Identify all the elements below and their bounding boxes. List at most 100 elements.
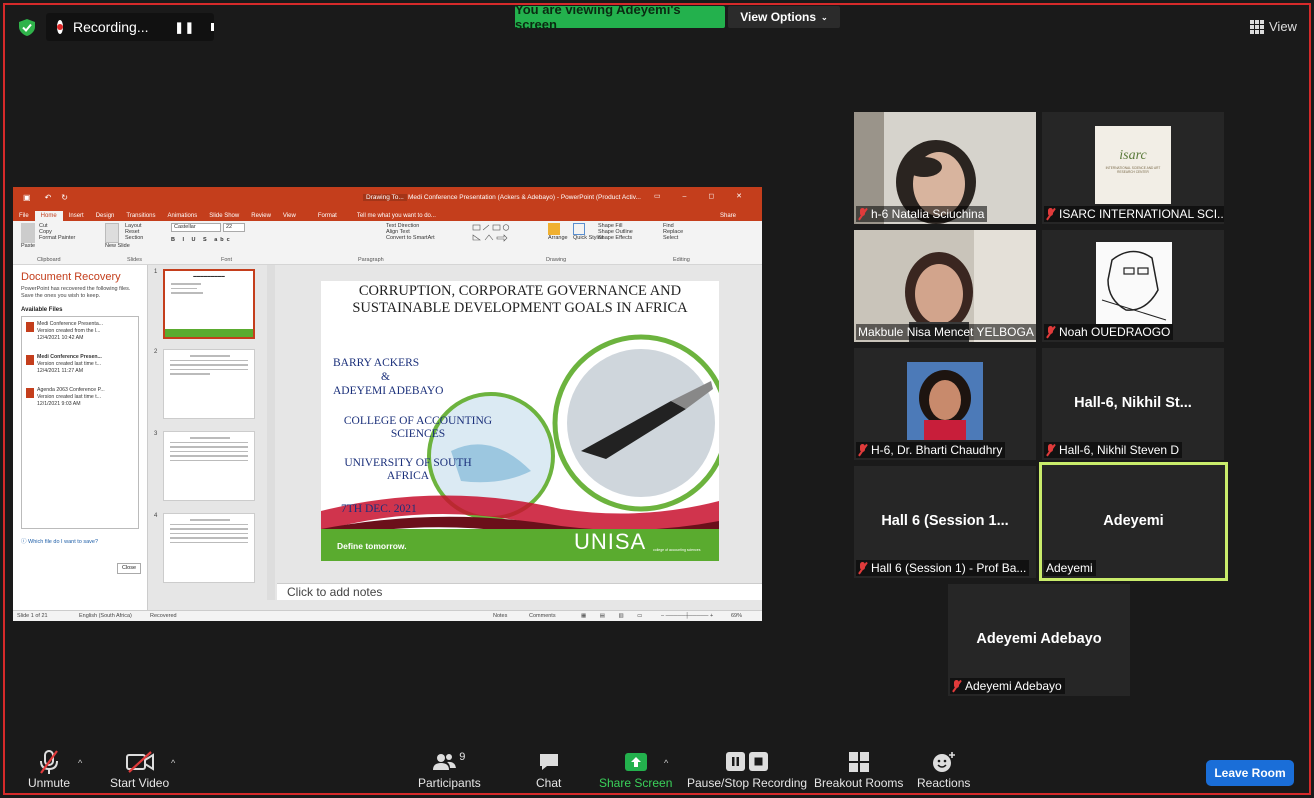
slide-thumbnails: 1 ▬▬▬▬▬▬▬▬▬ 2 3 4 bbox=[149, 265, 277, 600]
which-file-help-link[interactable]: ⓘ Which file do I want to save? bbox=[21, 537, 139, 545]
view-buttons[interactable]: ▦ ▤ ▥ ▭ bbox=[581, 613, 648, 619]
slide-editor: CORRUPTION, CORPORATE GOVERNANCE AND SUS… bbox=[277, 265, 762, 583]
tab-animations[interactable]: Animations bbox=[162, 211, 204, 221]
muted-mic-icon bbox=[1046, 208, 1055, 220]
pause-stop-recording-button[interactable]: Pause/Stop Recording bbox=[687, 748, 807, 790]
zoom-level: 69% bbox=[731, 613, 743, 619]
share-button[interactable]: Share bbox=[714, 211, 742, 221]
breakout-rooms-icon bbox=[848, 748, 870, 776]
file-name: Agenda 2063 Conference P... bbox=[37, 387, 105, 394]
video-tile-makbule[interactable]: Makbule Nisa Mencet YELBOGA bbox=[854, 230, 1036, 342]
video-tile-adeyemi-active[interactable]: Adeyemi Adeyemi bbox=[1039, 462, 1228, 581]
thumb-title: ▬▬▬▬▬▬▬▬▬ bbox=[193, 274, 225, 278]
viewing-screen-banner: You are viewing Adeyemi's screen bbox=[515, 2, 725, 32]
tab-view[interactable]: View bbox=[277, 211, 302, 221]
share-screen-button[interactable]: Share Screen bbox=[599, 748, 672, 790]
tab-home[interactable]: Home bbox=[34, 211, 63, 221]
comments-button[interactable]: Comments bbox=[529, 613, 556, 619]
video-tile-adeyemi-adebayo[interactable]: Adeyemi Adebayo Adeyemi Adebayo bbox=[948, 584, 1130, 696]
video-tile-bharti[interactable]: H-6, Dr. Bharti Chaudhry bbox=[854, 348, 1036, 460]
slide-author-2: ADEYEMI ADEBAYO bbox=[333, 385, 444, 397]
participants-count: 9 bbox=[459, 751, 466, 763]
video-off-icon bbox=[125, 748, 155, 776]
recovered-file[interactable]: Medi Conference Presenta... Version crea… bbox=[26, 321, 134, 342]
isarc-logo-text: isarc bbox=[1119, 148, 1147, 163]
participant-name-text: Hall-6, Nikhil Steven D bbox=[1059, 443, 1180, 457]
pause-recording-icon[interactable]: ❚❚ bbox=[174, 21, 194, 34]
share-screen-label: Share Screen bbox=[599, 776, 673, 790]
zoom-slider[interactable]: – ─────┼───── + bbox=[661, 613, 713, 619]
video-tile-isarc[interactable]: isarc INTERNATIONAL SCIENCE AND ART RESE… bbox=[1042, 112, 1224, 224]
share-options-caret-icon[interactable]: ^ bbox=[664, 758, 668, 768]
notes-button[interactable]: Notes bbox=[493, 613, 507, 619]
recovered-file[interactable]: Medi Conference Presen... Version create… bbox=[26, 354, 134, 375]
tab-format[interactable]: Format bbox=[312, 211, 343, 221]
tab-design[interactable]: Design bbox=[90, 211, 121, 221]
paste-icon[interactable] bbox=[21, 223, 35, 243]
start-video-button[interactable]: Start Video bbox=[110, 748, 169, 790]
leave-room-button[interactable]: Leave Room bbox=[1206, 760, 1294, 786]
isarc-logo: isarc INTERNATIONAL SCIENCE AND ART RESE… bbox=[1095, 126, 1171, 204]
arrange-label: Arrange bbox=[548, 235, 568, 241]
slide-thumbnail[interactable] bbox=[163, 431, 255, 501]
slide-thumbnail[interactable] bbox=[163, 349, 255, 419]
format-painter-button[interactable]: Format Painter bbox=[39, 235, 75, 241]
unisa-logo-subtext: college of accounting sciences bbox=[653, 547, 701, 552]
notes-pane[interactable]: Click to add notes bbox=[277, 583, 762, 600]
muted-microphone-icon bbox=[37, 748, 61, 776]
participants-button[interactable]: 9 Participants bbox=[418, 748, 481, 790]
recovery-close-button[interactable]: Close bbox=[117, 563, 141, 574]
font-name-select[interactable]: Castellar bbox=[171, 223, 221, 232]
powerpoint-file-icon bbox=[26, 388, 34, 399]
participant-name-text: ISARC INTERNATIONAL SCI... bbox=[1059, 207, 1224, 221]
new-slide-icon[interactable] bbox=[105, 223, 119, 243]
security-shield-icon[interactable] bbox=[19, 19, 35, 36]
breakout-rooms-button[interactable]: Breakout Rooms bbox=[814, 748, 903, 790]
recovered-file[interactable]: Agenda 2063 Conference P... Version crea… bbox=[26, 387, 134, 408]
shape-effects-button[interactable]: Shape Effects bbox=[598, 235, 633, 241]
thumb-content bbox=[171, 283, 247, 294]
muted-mic-icon bbox=[858, 208, 867, 220]
thumb-content bbox=[170, 519, 248, 543]
tell-me-box[interactable]: Tell me what you want to do... bbox=[351, 211, 442, 221]
audio-options-caret-icon[interactable]: ^ bbox=[78, 758, 82, 768]
thumb-content bbox=[170, 355, 248, 375]
tab-file[interactable]: File bbox=[13, 211, 35, 221]
slide-count: Slide 1 of 21 bbox=[17, 613, 48, 619]
redo-icon: ↻ bbox=[61, 192, 68, 202]
tab-review[interactable]: Review bbox=[245, 211, 277, 221]
slide-ampersand: & bbox=[381, 371, 390, 383]
tab-slide-show[interactable]: Slide Show bbox=[203, 211, 245, 221]
chat-button[interactable]: Chat bbox=[536, 748, 561, 790]
font-size-select[interactable]: 22 bbox=[223, 223, 245, 232]
font-label: Font bbox=[221, 257, 233, 263]
video-tile-natalia[interactable]: h-6 Natalia Sciuchina bbox=[854, 112, 1036, 224]
slide-thumbnail[interactable] bbox=[163, 513, 255, 583]
shapes-gallery[interactable] bbox=[471, 223, 541, 249]
video-tile-hall6[interactable]: Hall 6 (Session 1... Hall 6 (Session 1) … bbox=[854, 466, 1036, 578]
current-slide[interactable]: CORRUPTION, CORPORATE GOVERNANCE AND SUS… bbox=[321, 281, 719, 561]
section-button[interactable]: Section bbox=[125, 235, 143, 241]
unmute-button[interactable]: Unmute bbox=[28, 748, 70, 790]
font-style-icons[interactable]: B I U S abc bbox=[171, 237, 245, 243]
help-text: Which file do I want to save? bbox=[28, 539, 99, 546]
convert-smartart-button[interactable]: Convert to SmartArt bbox=[386, 235, 435, 241]
participant-name-text: Adeyemi Adebayo bbox=[965, 679, 1062, 693]
thumb-content bbox=[170, 437, 248, 461]
thumbnails-scrollbar[interactable] bbox=[267, 265, 275, 600]
tab-transitions[interactable]: Transitions bbox=[120, 211, 161, 221]
isarc-logo-subtext: INTERNATIONAL SCIENCE AND ART RESEARCH C… bbox=[1105, 166, 1161, 175]
view-button[interactable]: View bbox=[1250, 19, 1297, 34]
select-button[interactable]: Select bbox=[663, 235, 683, 241]
participant-name: Hall-6, Nikhil Steven D bbox=[1044, 442, 1183, 458]
tab-insert[interactable]: Insert bbox=[63, 211, 90, 221]
video-options-caret-icon[interactable]: ^ bbox=[171, 758, 175, 768]
slide-thumbnail[interactable]: ▬▬▬▬▬▬▬▬▬ bbox=[163, 269, 255, 339]
reactions-button[interactable]: Reactions bbox=[917, 748, 970, 790]
view-options-button[interactable]: View Options ⌄ bbox=[728, 6, 840, 28]
video-tile-nikhil[interactable]: Hall-6, Nikhil St... Hall-6, Nikhil Stev… bbox=[1042, 348, 1224, 460]
video-tile-noah[interactable]: Noah OUEDRAOGO bbox=[1042, 230, 1224, 342]
file-date: 12/4/2021 10:42 AM bbox=[37, 335, 84, 342]
arrange-button[interactable]: Arrange bbox=[548, 223, 568, 241]
stop-recording-icon[interactable] bbox=[210, 23, 214, 31]
